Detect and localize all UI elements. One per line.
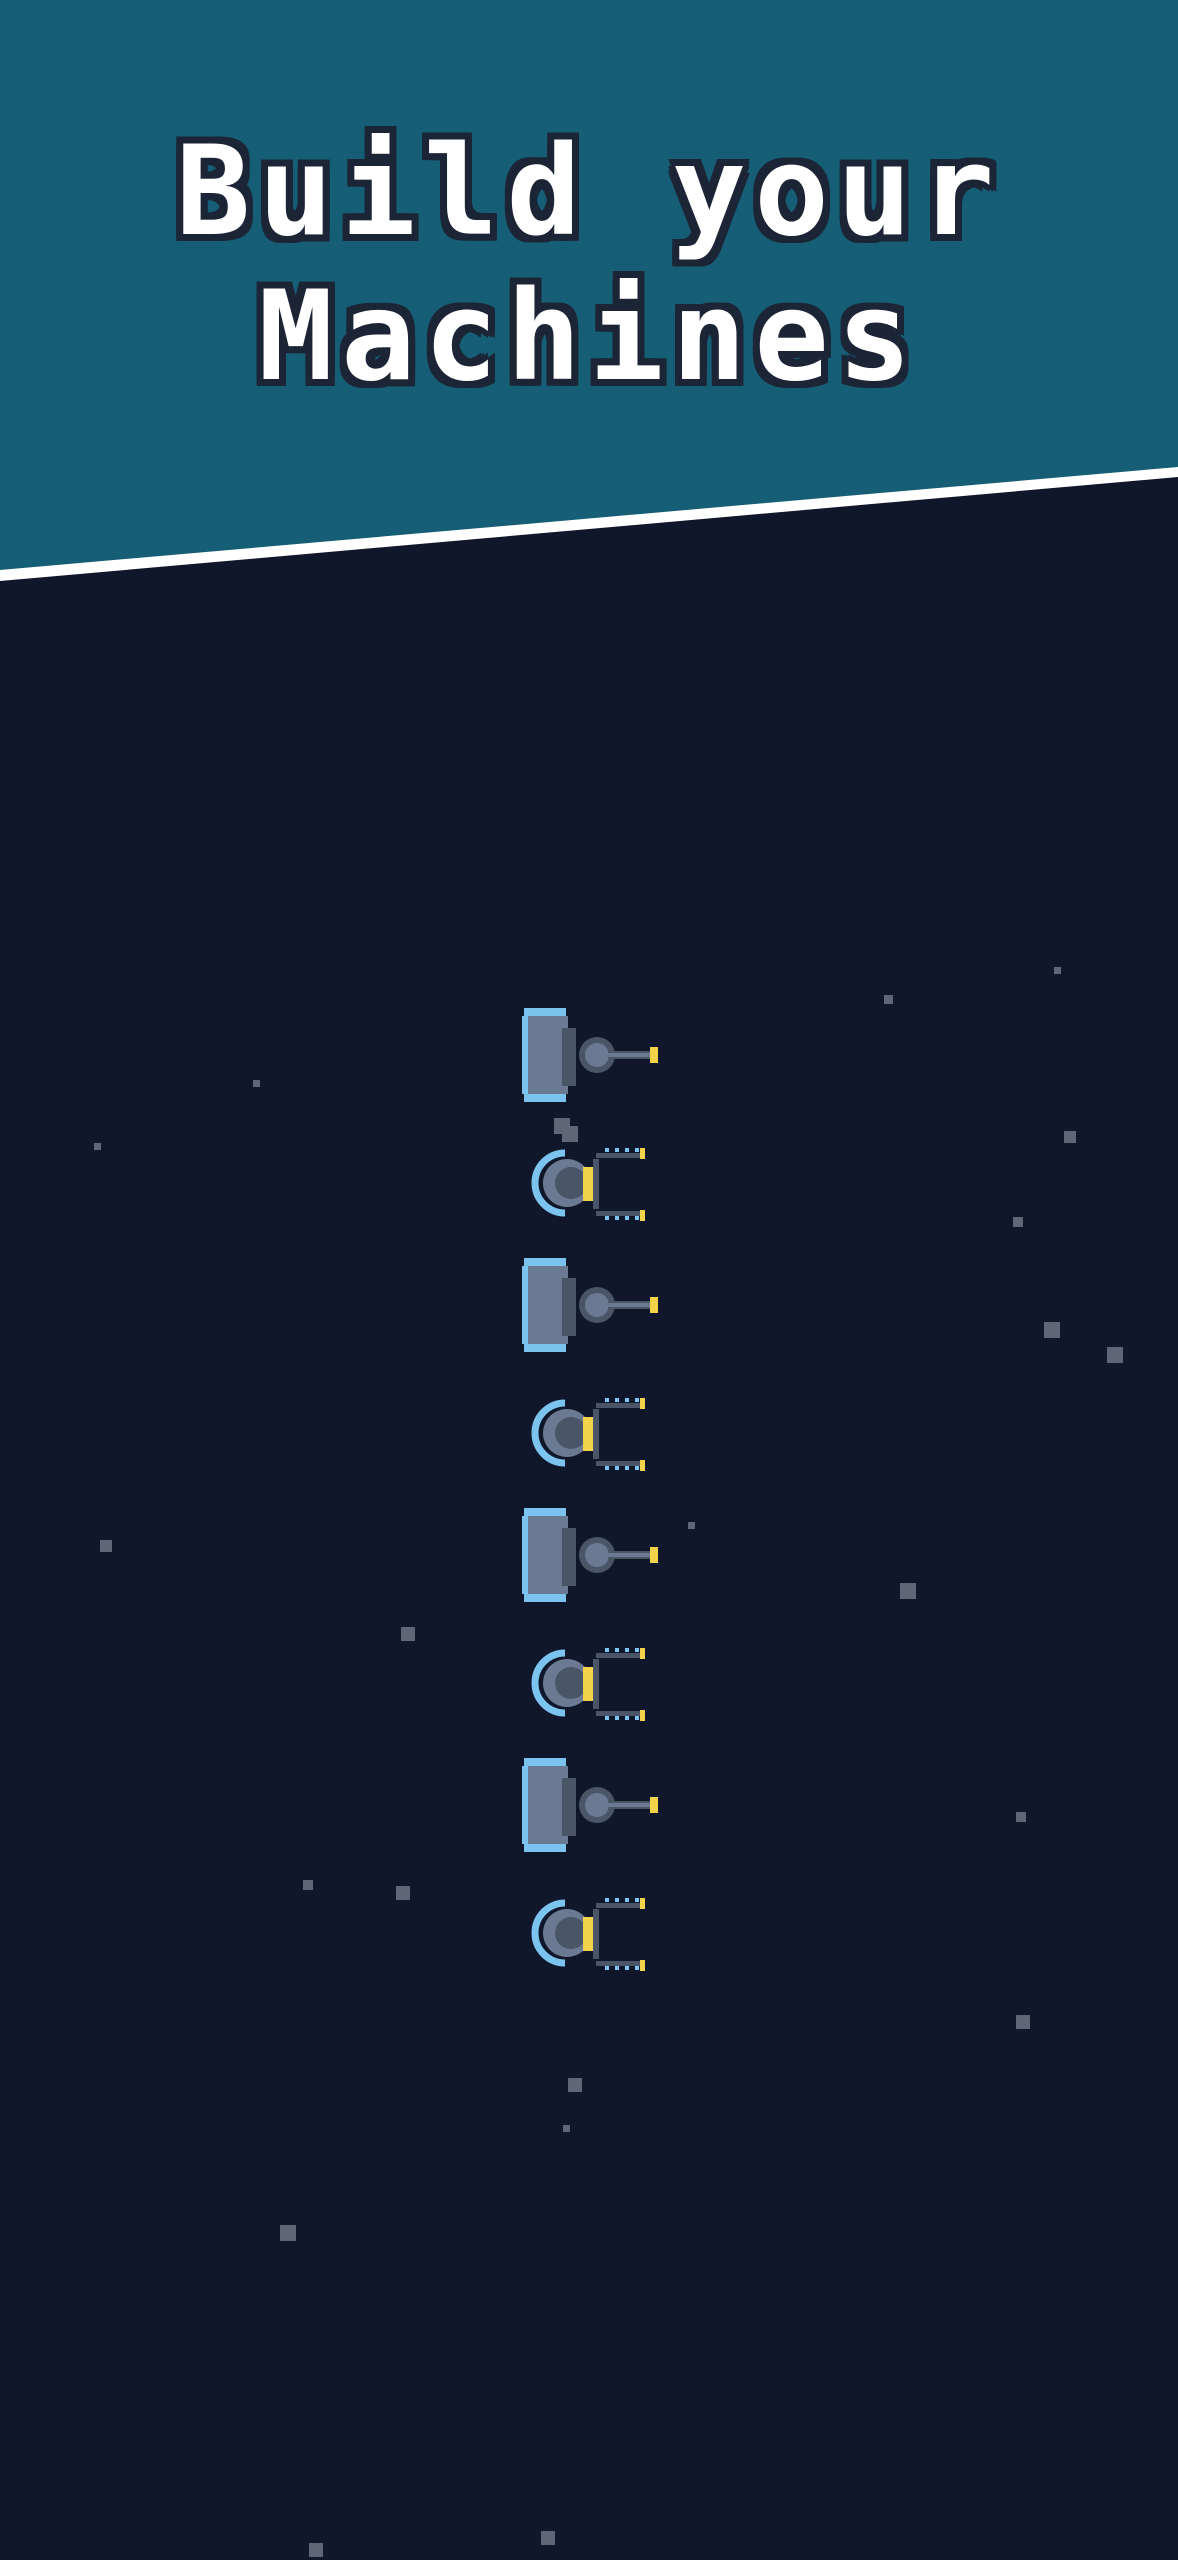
cannon-turret-icon	[522, 1258, 658, 1352]
cannon-turret-icon	[522, 1508, 658, 1602]
grabber-drone-icon	[531, 1648, 645, 1721]
grabber-drone-icon	[531, 1148, 645, 1221]
grabber-drone-icon	[531, 1898, 645, 1971]
grabber-drone-icon	[531, 1398, 645, 1471]
cannon-turret-icon	[522, 1008, 658, 1102]
machine-column	[522, 1008, 658, 1971]
cannon-turret-icon	[522, 1758, 658, 1852]
game-screen: Build your Machines	[0, 0, 1178, 2560]
